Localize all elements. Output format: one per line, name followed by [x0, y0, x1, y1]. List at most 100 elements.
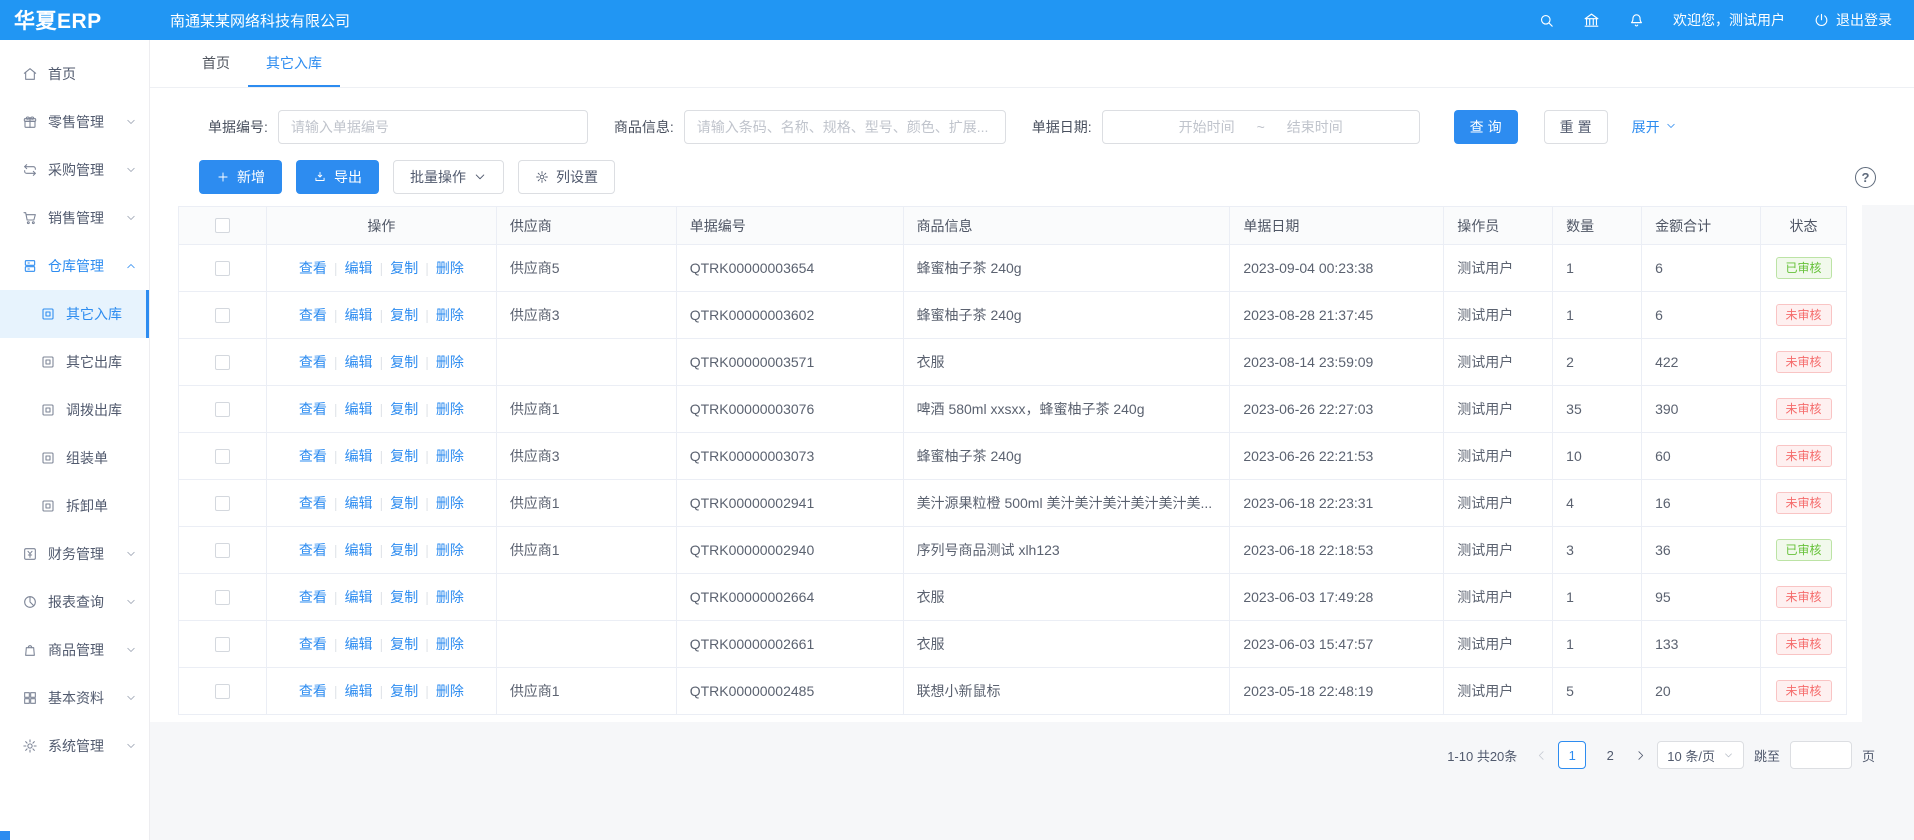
sidebar-item-purchase[interactable]: 采购管理: [0, 146, 149, 194]
op-delete-link[interactable]: 删除: [436, 493, 464, 513]
op-view-link[interactable]: 查看: [299, 446, 327, 466]
sidebar-scroll-indicator[interactable]: [0, 831, 10, 840]
op-separator: |: [334, 448, 338, 464]
op-view-link[interactable]: 查看: [299, 681, 327, 701]
op-view-link[interactable]: 查看: [299, 352, 327, 372]
op-view-link[interactable]: 查看: [299, 305, 327, 325]
op-delete-link[interactable]: 删除: [436, 305, 464, 325]
op-separator: |: [380, 589, 384, 605]
op-view-link[interactable]: 查看: [299, 493, 327, 513]
search-button[interactable]: 查询: [1454, 110, 1518, 144]
sidebar-item-sales[interactable]: 销售管理: [0, 194, 149, 242]
row-checkbox[interactable]: [215, 308, 230, 323]
op-copy-link[interactable]: 复制: [390, 352, 418, 372]
logout-button[interactable]: 退出登录: [1813, 10, 1892, 30]
sidebar-item-transfer-outbound[interactable]: 调拨出库: [0, 386, 149, 434]
op-edit-link[interactable]: 编辑: [345, 540, 373, 560]
select-all-checkbox[interactable]: [215, 218, 230, 233]
op-copy-link[interactable]: 复制: [390, 540, 418, 560]
cell-qty: 4: [1553, 480, 1642, 526]
sidebar-item-retail[interactable]: 零售管理: [0, 98, 149, 146]
row-checkbox[interactable]: [215, 496, 230, 511]
op-delete-link[interactable]: 删除: [436, 258, 464, 278]
op-edit-link[interactable]: 编辑: [345, 634, 373, 654]
op-delete-link[interactable]: 删除: [436, 352, 464, 372]
search-icon[interactable]: [1538, 12, 1555, 29]
sidebar-item-goods[interactable]: 商品管理: [0, 626, 149, 674]
column-settings-button[interactable]: 列设置: [518, 160, 615, 194]
op-edit-link[interactable]: 编辑: [345, 681, 373, 701]
op-copy-link[interactable]: 复制: [390, 258, 418, 278]
op-view-link[interactable]: 查看: [299, 540, 327, 560]
bell-icon[interactable]: [1628, 12, 1645, 29]
op-edit-link[interactable]: 编辑: [345, 305, 373, 325]
op-delete-link[interactable]: 删除: [436, 446, 464, 466]
bank-icon[interactable]: [1583, 12, 1600, 29]
cell-supplier: [497, 621, 677, 667]
op-edit-link[interactable]: 编辑: [345, 587, 373, 607]
op-edit-link[interactable]: 编辑: [345, 352, 373, 372]
reset-button[interactable]: 重置: [1544, 110, 1608, 144]
op-view-link[interactable]: 查看: [299, 587, 327, 607]
op-copy-link[interactable]: 复制: [390, 446, 418, 466]
op-edit-link[interactable]: 编辑: [345, 399, 373, 419]
row-checkbox[interactable]: [215, 684, 230, 699]
tab-other-inbound[interactable]: 其它入库: [248, 40, 340, 87]
op-edit-link[interactable]: 编辑: [345, 258, 373, 278]
header-cell: 状态: [1761, 207, 1846, 244]
sidebar-item-system[interactable]: 系统管理: [0, 722, 149, 770]
op-delete-link[interactable]: 删除: [436, 540, 464, 560]
op-delete-link[interactable]: 删除: [436, 399, 464, 419]
export-button[interactable]: 导出: [296, 160, 379, 194]
op-view-link[interactable]: 查看: [299, 399, 327, 419]
op-copy-link[interactable]: 复制: [390, 634, 418, 654]
app-logo[interactable]: 华夏ERP: [0, 5, 150, 35]
sidebar-item-disassembly[interactable]: 拆卸单: [0, 482, 149, 530]
expand-filters-link[interactable]: 展开: [1632, 117, 1677, 137]
op-edit-link[interactable]: 编辑: [345, 446, 373, 466]
tab-home[interactable]: 首页: [184, 40, 248, 87]
row-checkbox[interactable]: [215, 355, 230, 370]
op-copy-link[interactable]: 复制: [390, 493, 418, 513]
add-button[interactable]: 新增: [199, 160, 282, 194]
row-checkbox[interactable]: [215, 261, 230, 276]
jump-page-input[interactable]: [1790, 741, 1852, 769]
batch-actions-button[interactable]: 批量操作: [393, 160, 504, 194]
op-delete-link[interactable]: 删除: [436, 681, 464, 701]
sidebar-item-finance[interactable]: 财务管理: [0, 530, 149, 578]
prev-page-button[interactable]: [1535, 749, 1548, 762]
op-copy-link[interactable]: 复制: [390, 587, 418, 607]
sidebar-item-other-inbound[interactable]: 其它入库: [0, 290, 149, 338]
op-copy-link[interactable]: 复制: [390, 305, 418, 325]
bill-no-input[interactable]: [278, 110, 588, 144]
help-icon[interactable]: ?: [1855, 167, 1876, 188]
row-checkbox[interactable]: [215, 402, 230, 417]
sidebar-item-home[interactable]: 首页: [0, 50, 149, 98]
row-checkbox[interactable]: [215, 449, 230, 464]
sidebar-item-other-outbound[interactable]: 其它出库: [0, 338, 149, 386]
sidebar-item-assembly[interactable]: 组装单: [0, 434, 149, 482]
sidebar-item-warehouse[interactable]: 仓库管理: [0, 242, 149, 290]
cell-product: 美汁源果粒橙 500ml 美汁美汁美汁美汁美汁美...: [904, 480, 1231, 526]
bill-date-range-input[interactable]: 开始时间 ~ 结束时间: [1102, 110, 1420, 144]
page-number-2[interactable]: 2: [1596, 741, 1624, 769]
page-number-1[interactable]: 1: [1558, 741, 1586, 769]
sidebar-item-reports[interactable]: 报表查询: [0, 578, 149, 626]
op-delete-link[interactable]: 删除: [436, 634, 464, 654]
op-view-link[interactable]: 查看: [299, 258, 327, 278]
row-checkbox[interactable]: [215, 590, 230, 605]
row-checkbox[interactable]: [215, 543, 230, 558]
add-button-label: 新增: [237, 167, 265, 187]
goods-icon: [22, 642, 38, 658]
next-page-button[interactable]: [1634, 749, 1647, 762]
op-delete-link[interactable]: 删除: [436, 587, 464, 607]
cell-status: 未审核: [1761, 433, 1846, 479]
sidebar-item-basedata[interactable]: 基本资料: [0, 674, 149, 722]
product-info-input[interactable]: [684, 110, 1006, 144]
op-copy-link[interactable]: 复制: [390, 681, 418, 701]
op-view-link[interactable]: 查看: [299, 634, 327, 654]
op-copy-link[interactable]: 复制: [390, 399, 418, 419]
op-edit-link[interactable]: 编辑: [345, 493, 373, 513]
page-size-select[interactable]: 10 条/页: [1657, 741, 1744, 769]
row-checkbox[interactable]: [215, 637, 230, 652]
